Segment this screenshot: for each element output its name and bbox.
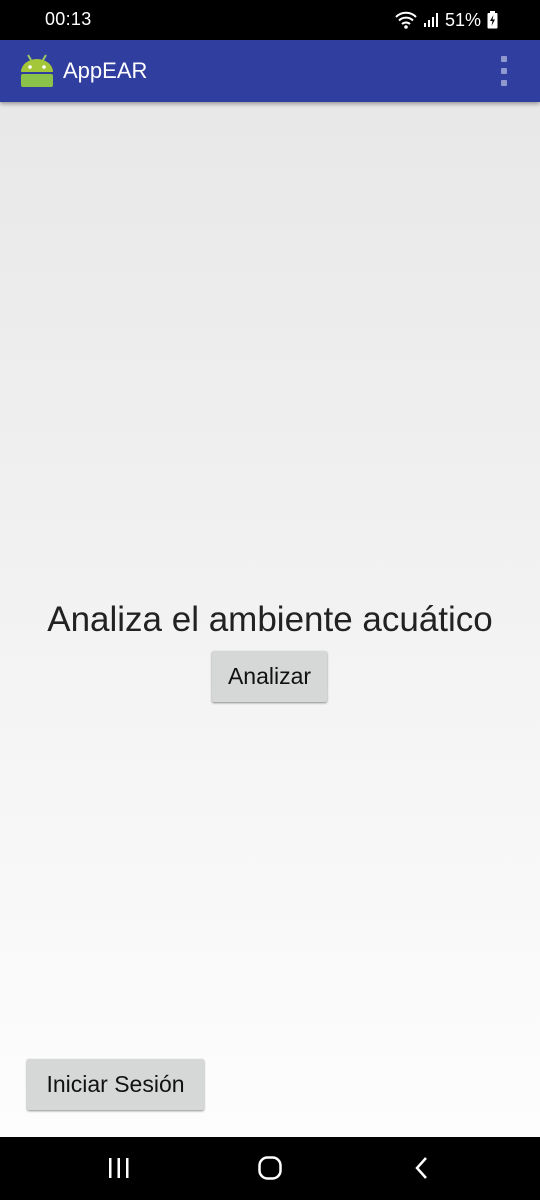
android-icon [21, 54, 53, 87]
battery-percentage: 51% [444, 9, 481, 30]
status-icons: 51% [395, 8, 498, 32]
app-title: AppEAR [63, 58, 148, 83]
analyze-button[interactable]: Analizar [212, 651, 327, 702]
recent-apps-icon[interactable] [99, 1151, 139, 1185]
back-icon[interactable] [402, 1151, 442, 1185]
signal-icon [423, 13, 438, 27]
wifi-icon [395, 11, 417, 29]
app-bar: AppEAR [0, 40, 540, 102]
status-time: 00:13 [45, 9, 92, 29]
more-vert-icon[interactable] [494, 56, 514, 86]
login-button[interactable]: Iniciar Sesión [27, 1059, 204, 1110]
main-content: Analiza el ambiente acuático Analizar In… [0, 102, 540, 1137]
battery-charging-icon [487, 11, 498, 29]
status-bar: 00:13 51% [0, 0, 540, 40]
navigation-bar [0, 1137, 540, 1200]
home-icon[interactable] [250, 1151, 290, 1185]
page-title: Analiza el ambiente acuático [47, 600, 493, 639]
